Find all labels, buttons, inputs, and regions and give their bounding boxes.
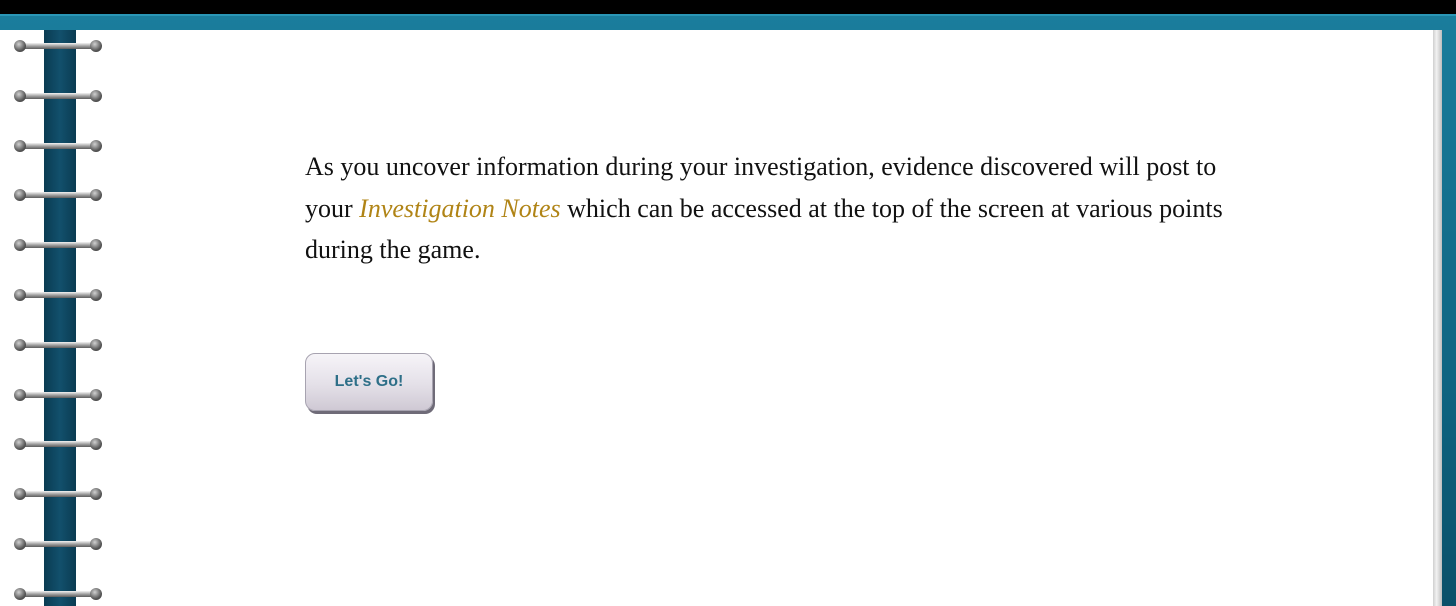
page-edge xyxy=(1433,30,1442,606)
investigation-notes-highlight: Investigation Notes xyxy=(359,193,561,223)
lets-go-button[interactable]: Let's Go! xyxy=(305,353,433,411)
spiral-ring-icon xyxy=(14,388,104,401)
spiral-ring-icon xyxy=(14,538,104,550)
spiral-ring-icon xyxy=(14,338,104,351)
spiral-binding xyxy=(14,40,104,606)
notebook-page xyxy=(0,30,1433,606)
spiral-ring-icon xyxy=(14,239,104,252)
instructions-panel: As you uncover information during your i… xyxy=(305,146,1225,271)
spiral-ring-icon xyxy=(14,438,104,451)
spiral-ring-icon xyxy=(14,89,104,102)
game-screen: As you uncover information during your i… xyxy=(0,0,1456,606)
spiral-ring-icon xyxy=(14,488,104,501)
spiral-ring-icon xyxy=(14,587,104,600)
spiral-ring-icon xyxy=(14,40,104,52)
spiral-ring-icon xyxy=(14,189,104,202)
spiral-ring-icon xyxy=(14,139,104,152)
instructions-text: As you uncover information during your i… xyxy=(305,146,1225,271)
spiral-ring-icon xyxy=(14,289,104,301)
